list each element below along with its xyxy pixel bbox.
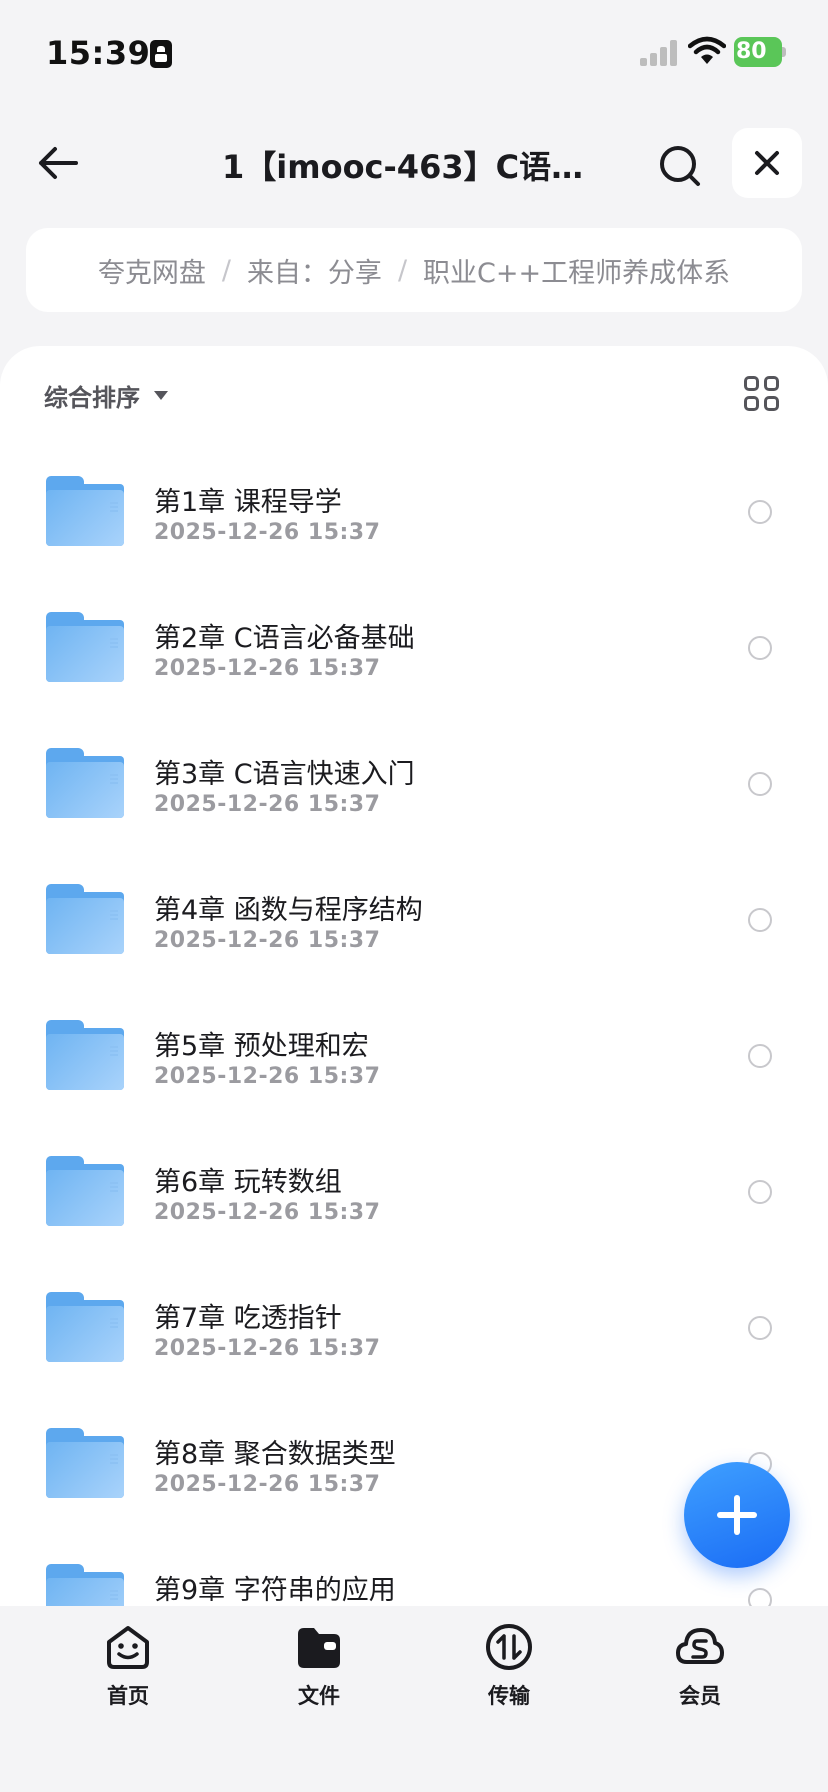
folder-icon [46,476,124,546]
file-row[interactable]: 第6章 玩转数组 2025-12-26 15:37 [0,1116,828,1252]
file-row[interactable]: 第4章 函数与程序结构 2025-12-26 15:37 [0,844,828,980]
close-icon [755,151,779,175]
bottom-nav: 首页 文件 传输 会员 [0,1606,828,1792]
nav-label: 首页 [107,1684,149,1708]
file-panel: 综合排序 第1章 课程导学 2025-12-26 15:37 第2章 C语言必备… [0,346,828,1606]
file-date: 2025-12-26 15:37 [154,656,381,681]
select-checkbox[interactable] [748,636,772,660]
breadcrumb-item-share[interactable]: 来自：分享 [247,251,382,290]
file-name: 第9章 字符串的应用 [154,1575,396,1606]
file-row[interactable]: 第3章 C语言快速入门 2025-12-26 15:37 [0,708,828,844]
select-checkbox[interactable] [748,1180,772,1204]
breadcrumb-item-root[interactable]: 夸克网盘 [98,251,206,290]
member-cloud-icon [676,1628,724,1664]
file-name: 第5章 预处理和宏 [154,1031,369,1062]
select-checkbox[interactable] [748,772,772,796]
file-date: 2025-12-26 15:37 [154,928,381,953]
nav-label: 文件 [298,1684,340,1708]
back-button[interactable] [28,138,88,188]
sim-card-icon [150,40,172,68]
nav-item-transfer[interactable]: 传输 [449,1622,569,1712]
file-date: 2025-12-26 15:37 [154,1472,381,1497]
select-checkbox[interactable] [748,1588,772,1606]
folder-icon [46,884,124,954]
add-button[interactable] [684,1462,790,1568]
select-checkbox[interactable] [748,1316,772,1340]
file-name: 第4章 函数与程序结构 [154,895,423,926]
folder-icon [46,612,124,682]
nav-item-files[interactable]: 文件 [259,1622,379,1712]
select-checkbox[interactable] [748,500,772,524]
grid-view-icon [744,376,759,391]
signal-icon [640,40,680,66]
breadcrumb-item-current[interactable]: 职业C++工程师养成体系 [423,251,730,290]
file-date: 2025-12-26 15:37 [154,1336,381,1361]
folder-icon [46,1564,124,1606]
file-date: 2025-12-26 15:37 [154,1200,381,1225]
file-name: 第7章 吃透指针 [154,1303,342,1334]
arrow-left-icon [39,147,78,179]
grid-view-button[interactable] [744,376,784,416]
file-name: 第2章 C语言必备基础 [154,623,415,654]
status-bar: 15:39 80 [0,0,828,100]
file-name: 第3章 C语言快速入门 [154,759,415,790]
nav-item-member[interactable]: 会员 [640,1622,760,1712]
file-list: 第1章 课程导学 2025-12-26 15:37 第2章 C语言必备基础 20… [0,436,828,1606]
file-date: 2025-12-26 15:37 [154,1064,381,1089]
nav-label: 传输 [488,1684,530,1708]
folder-icon [46,1020,124,1090]
folder-icon [46,748,124,818]
select-checkbox[interactable] [748,908,772,932]
folder-icon [46,1156,124,1226]
sort-label: 综合排序 [44,384,140,412]
breadcrumb: 夸克网盘 / 来自：分享 / 职业C++工程师养成体系 [26,228,802,312]
folder-icon [298,1628,340,1668]
sort-dropdown[interactable]: 综合排序 [44,378,168,413]
folder-icon [46,1428,124,1498]
breadcrumb-separator: / [397,254,408,286]
file-date: 2025-12-26 15:37 [154,792,381,817]
file-name: 第8章 聚合数据类型 [154,1439,396,1470]
file-row[interactable]: 第2章 C语言必备基础 2025-12-26 15:37 [0,572,828,708]
wifi-icon [688,36,726,64]
folder-icon [46,1292,124,1362]
home-face-icon [107,1626,149,1669]
breadcrumb-separator: / [221,254,231,286]
close-button[interactable] [732,128,802,198]
file-name: 第1章 课程导学 [154,487,342,518]
nav-label: 会员 [679,1684,721,1708]
select-checkbox[interactable] [748,1044,772,1068]
file-name: 第6章 玩转数组 [154,1167,342,1198]
battery-level: 80 [736,39,767,64]
status-time: 15:39 [46,34,151,72]
file-date: 2025-12-26 15:37 [154,520,381,545]
search-button[interactable] [652,138,708,194]
page-title: 1【imooc-463】C语言零基础入门 [222,148,612,186]
file-row[interactable]: 第5章 预处理和宏 2025-12-26 15:37 [0,980,828,1116]
transfer-icon [486,1624,532,1670]
file-row[interactable]: 第1章 课程导学 2025-12-26 15:37 [0,436,828,572]
search-icon [660,146,700,186]
battery-icon: 80 [734,37,786,67]
nav-item-home[interactable]: 首页 [68,1622,188,1712]
caret-down-icon [154,391,168,400]
file-row[interactable]: 第7章 吃透指针 2025-12-26 15:37 [0,1252,828,1388]
